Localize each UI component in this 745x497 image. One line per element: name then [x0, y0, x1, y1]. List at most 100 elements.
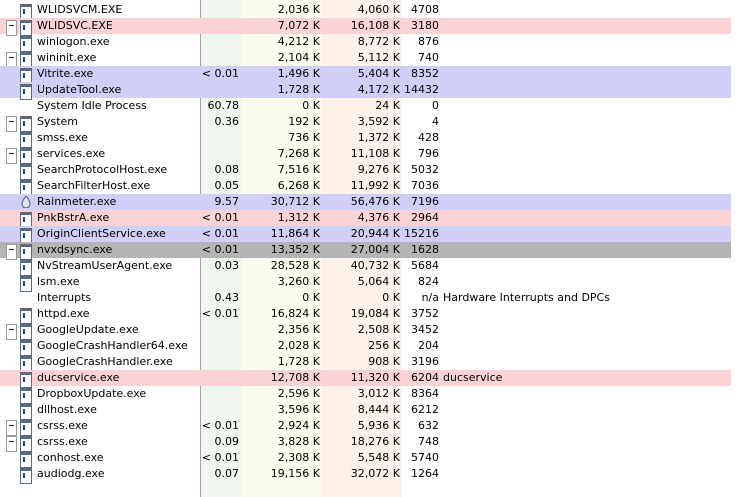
description-value	[443, 210, 733, 226]
process-row[interactable]: services.exe 7,268 K 11,108 K 796	[0, 146, 733, 164]
private-bytes-value: 3,260 K	[277, 275, 320, 288]
private-bytes-value: 1,728 K	[277, 355, 320, 368]
cpu-value	[201, 18, 239, 34]
process-row[interactable]: ducservice.exe 12,708 K 11,320 K 6204 ducser…	[0, 370, 731, 388]
working-set-value: 16,108 K	[350, 19, 400, 32]
process-row[interactable]: GoogleCrashHandler64.exe 2,028 K 256 K 204	[0, 338, 733, 356]
cpu-value	[201, 274, 239, 290]
description-value	[443, 146, 733, 162]
description-value	[443, 98, 733, 114]
private-bytes-value: 2,596 K	[277, 387, 320, 400]
cpu-value	[201, 338, 239, 354]
private-bytes-value: 192 K	[288, 115, 320, 128]
private-bytes-value: 2,308 K	[277, 451, 320, 464]
cpu-value: 0.36	[214, 115, 240, 128]
working-set-value: 3,592 K	[357, 115, 400, 128]
process-name: smss.exe	[37, 131, 88, 144]
pid-value: 3452	[411, 323, 439, 336]
process-row[interactable]: UpdateTool.exe 1,728 K 4,172 K 14432	[0, 82, 731, 100]
private-bytes-value: 4,212 K	[277, 35, 320, 48]
cpu-value	[201, 322, 239, 338]
process-row[interactable]: Rainmeter.exe 9.57 30,712 K 56,476 K 7196	[0, 194, 731, 210]
process-row[interactable]: wininit.exe 2,104 K 5,112 K 740	[0, 50, 733, 68]
process-row[interactable]: PnkBstrA.exe < 0.01 1,312 K 4,376 K 2964	[0, 210, 733, 228]
cpu-value: < 0.01	[201, 451, 239, 464]
private-bytes-value: 6,268 K	[277, 179, 320, 192]
process-row[interactable]: DropboxUpdate.exe 2,596 K 3,012 K 8364	[0, 386, 731, 404]
private-bytes-value: 7,268 K	[277, 147, 320, 160]
description-value	[443, 258, 733, 274]
process-name: httpd.exe	[37, 307, 90, 320]
process-row[interactable]: nvxdsync.exe < 0.01 13,352 K 27,004 K 1628	[0, 242, 731, 260]
cpu-value: < 0.01	[201, 227, 239, 240]
process-row[interactable]: dllhost.exe 3,596 K 8,444 K 6212	[0, 402, 731, 420]
pid-value: 15216	[404, 227, 439, 240]
private-bytes-value: 1,312 K	[277, 211, 320, 224]
process-row[interactable]: OriginClientService.exe < 0.01 11,864 K 20,…	[0, 226, 731, 244]
pid-value: 1264	[411, 467, 439, 480]
process-row[interactable]: httpd.exe < 0.01 16,824 K 19,084 K 3752	[0, 306, 731, 324]
private-bytes-value: 13,352 K	[270, 243, 320, 256]
process-row[interactable]: System Idle Process 60.78 0 K 24 K 0	[0, 98, 731, 114]
working-set-value: 24 K	[375, 99, 400, 112]
pid-value: 824	[418, 275, 439, 288]
cpu-value	[201, 34, 239, 50]
process-row[interactable]: SearchProtocolHost.exe 0.08 7,516 K 9,276 K…	[0, 162, 733, 180]
process-row[interactable]: Interrupts 0.43 0 K 0 K n/a Hardware Interrup…	[0, 290, 731, 306]
working-set-value: 4,060 K	[357, 3, 400, 16]
process-row[interactable]: conhost.exe < 0.01 2,308 K 5,548 K 5740	[0, 450, 731, 468]
process-name: GoogleCrashHandler64.exe	[37, 339, 188, 352]
process-row[interactable]: SearchFilterHost.exe 0.05 6,268 K 11,992 K 7…	[0, 178, 731, 196]
process-name: nvxdsync.exe	[37, 243, 113, 256]
working-set-value: 256 K	[368, 339, 400, 352]
working-set-value: 27,004 K	[350, 243, 400, 256]
cpu-value	[201, 146, 239, 162]
cpu-value: 0.03	[214, 259, 240, 272]
working-set-value: 40,732 K	[350, 259, 400, 272]
process-row[interactable]: audiodg.exe 0.07 19,156 K 32,072 K 1264	[0, 466, 731, 484]
process-row[interactable]: WLIDSVCM.EXE 2,036 K 4,060 K 4708	[0, 2, 733, 20]
description-value	[443, 338, 733, 354]
working-set-value: 4,172 K	[357, 83, 400, 96]
pid-value: 7036	[411, 179, 439, 192]
pid-value: 748	[418, 435, 439, 448]
description-value	[443, 50, 733, 66]
process-row[interactable]: csrss.exe 0.09 3,828 K 18,276 K 748	[0, 434, 731, 452]
pid-value: n/a	[421, 291, 439, 304]
process-row[interactable]: csrss.exe < 0.01 2,924 K 5,936 K 632	[0, 418, 731, 436]
process-name: SearchFilterHost.exe	[37, 179, 151, 192]
process-name: UpdateTool.exe	[37, 83, 122, 96]
process-row[interactable]: GoogleCrashHandler.exe 1,728 K 908 K 3196	[0, 354, 731, 372]
process-row[interactable]: NvStreamUserAgent.exe 0.03 28,528 K 40,732 …	[0, 258, 733, 276]
process-name: conhost.exe	[37, 451, 104, 464]
cpu-value	[201, 370, 239, 386]
pid-value: 3752	[411, 307, 439, 320]
process-row[interactable]: smss.exe 736 K 1,372 K 428	[0, 130, 731, 148]
working-set-value: 5,112 K	[357, 51, 400, 64]
process-row[interactable]: winlogon.exe 4,212 K 8,772 K 876	[0, 34, 731, 52]
private-bytes-value: 736 K	[288, 131, 320, 144]
pid-value: 796	[418, 147, 439, 160]
description-value: Hardware Interrupts and DPCs	[443, 291, 610, 304]
pid-value: 4708	[411, 3, 439, 16]
private-bytes-value: 30,712 K	[270, 195, 320, 208]
private-bytes-value: 2,924 K	[277, 419, 320, 432]
process-row[interactable]: GoogleUpdate.exe 2,356 K 2,508 K 3452	[0, 322, 731, 340]
process-name: System Idle Process	[37, 99, 147, 112]
working-set-value: 4,376 K	[357, 211, 400, 224]
private-bytes-value: 7,516 K	[277, 163, 320, 176]
process-row[interactable]: lsm.exe 3,260 K 5,064 K 824	[0, 274, 731, 292]
process-name: GoogleCrashHandler.exe	[37, 355, 173, 368]
pid-value: 632	[418, 419, 439, 432]
process-row[interactable]: Vitrite.exe < 0.01 1,496 K 5,404 K 8352	[0, 66, 731, 84]
working-set-value: 11,108 K	[350, 147, 400, 160]
pid-value: 14432	[404, 83, 439, 96]
process-row[interactable]: System 0.36 192 K 3,592 K 4	[0, 114, 733, 132]
description-value	[443, 162, 733, 178]
process-row[interactable]: WLIDSVC.EXE 7,072 K 16,108 K 3180	[0, 18, 731, 36]
pid-value: 7196	[411, 195, 439, 208]
description-value	[443, 2, 733, 18]
working-set-value: 0 K	[382, 291, 400, 304]
pid-value: 4	[432, 115, 439, 128]
description-value	[443, 114, 733, 130]
